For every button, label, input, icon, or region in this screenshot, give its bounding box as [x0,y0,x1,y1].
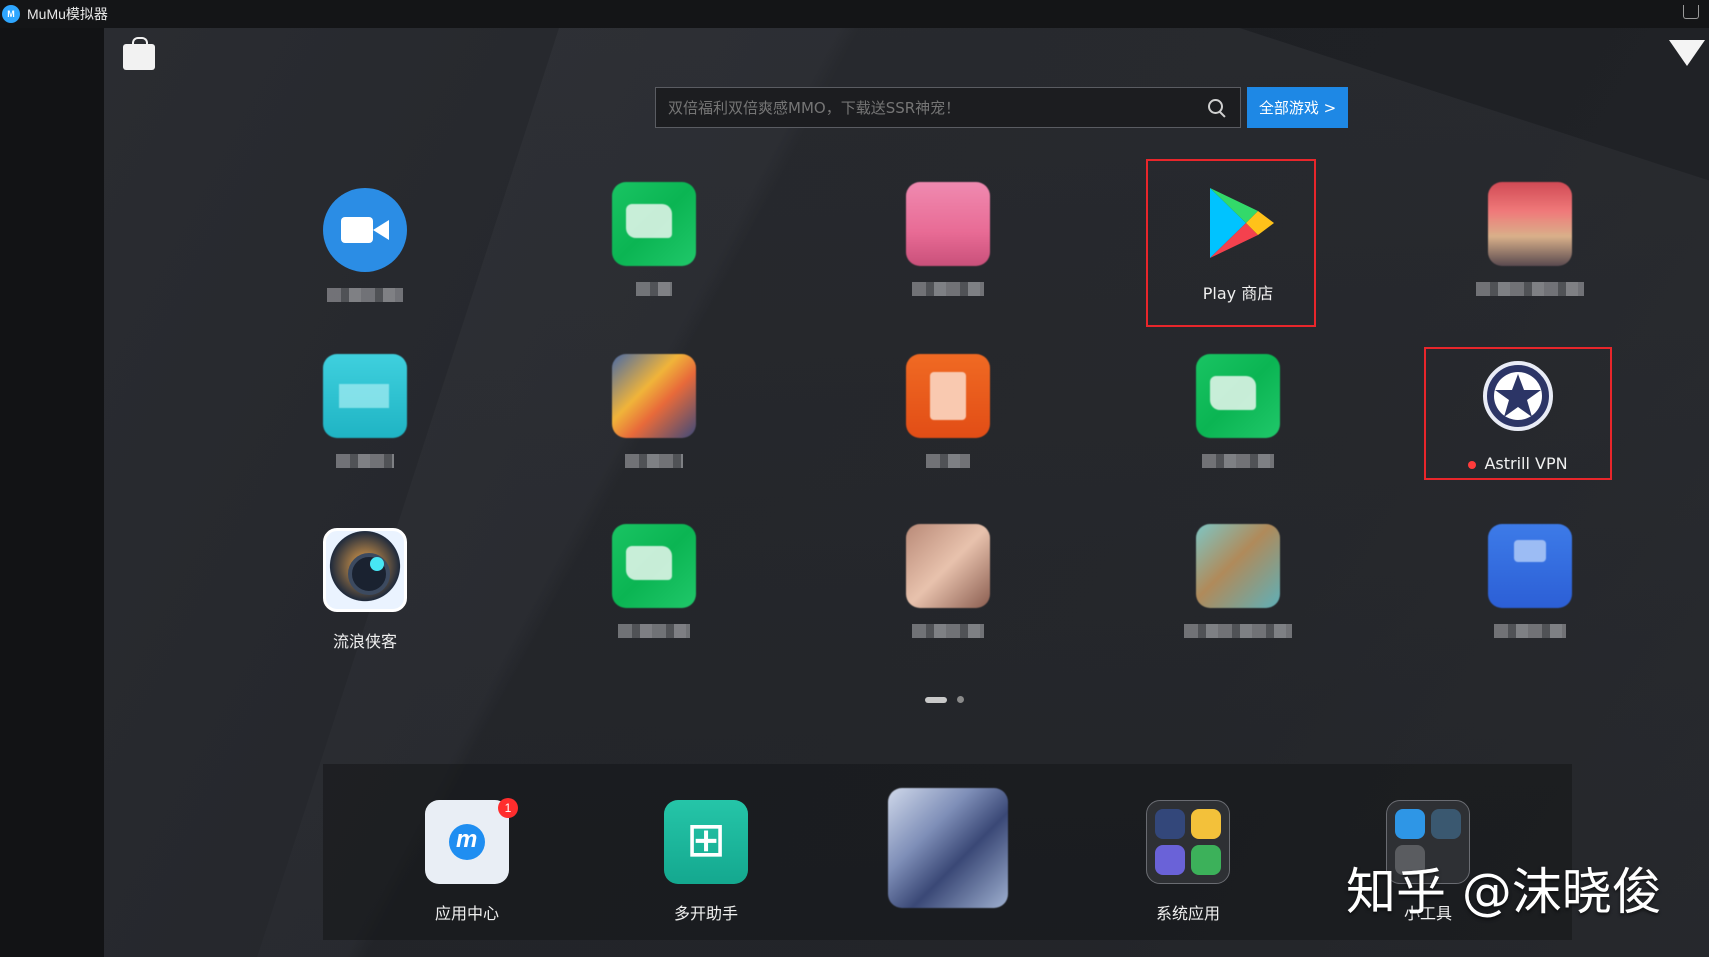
app-label: Play 商店 [1202,284,1274,303]
dock-anime-app[interactable] [873,788,1023,908]
left-sidebar [0,28,104,957]
vpn-label-text: Astrill VPN [1484,454,1568,473]
system-apps-folder-icon [1146,800,1230,884]
app-label: Astrill VPN [1443,454,1593,473]
all-games-button[interactable]: 全部游戏 > [1247,87,1348,128]
mumu-logo-icon: M [2,5,20,23]
blurred-app-label [1184,624,1292,638]
window-title: MuMu模拟器 [27,6,108,22]
zhihu-watermark: 知乎 @沫晓俊 [1346,863,1662,921]
pixelated-app-icon [1488,524,1572,608]
pixelated-app-icon [1196,354,1280,438]
pixelated-app-icon [906,182,990,266]
pixelated-app-icon [1488,182,1572,266]
blurred-app-label [1476,282,1584,296]
app-center-bag-icon [425,800,509,884]
app-video[interactable] [290,188,440,302]
blurred-app-label [625,454,683,468]
app-label: 系统应用 [1155,904,1220,923]
title-bar: M MuMu模拟器 [0,0,1709,28]
blurred-app-label [912,282,984,296]
liulang-game-icon [323,528,407,612]
video-camera-icon [323,188,407,272]
app-label: 流浪侠客 [332,632,397,651]
astrill-star-icon [1476,354,1560,438]
blurred-app-label [912,624,984,638]
dock-multi-open[interactable]: 多开助手 [631,800,781,924]
pixelated-app-icon [323,354,407,438]
video-icon [1395,809,1425,839]
notification-badge: 1 [498,798,518,818]
app-teal[interactable] [290,354,440,468]
page-dot[interactable] [957,696,964,703]
blurred-app-label [1494,624,1566,638]
shopping-bag-icon[interactable] [123,37,155,70]
app-blue[interactable] [1455,524,1605,638]
app-green-2[interactable] [1163,354,1313,468]
gallery-icon [1155,845,1185,875]
wifi-icon [1669,40,1705,66]
cart-icon[interactable] [1683,5,1699,19]
app-colorful[interactable] [579,354,729,468]
app-astrill-vpn[interactable]: Astrill VPN [1443,354,1593,473]
multi-open-icon [664,800,748,884]
play-store-icon [1196,180,1280,264]
blurred-app-label [618,624,690,638]
app-liulang[interactable]: 流浪侠客 [290,528,440,652]
app-anime[interactable] [1455,182,1605,296]
clock-icon [1155,809,1185,839]
app-orange[interactable] [873,354,1023,468]
pixelated-app-icon [612,182,696,266]
pixelated-app-icon [888,788,1008,908]
app-label: 多开助手 [673,904,738,923]
pixelated-app-icon [612,354,696,438]
file-folder-icon [1191,809,1221,839]
blurred-app-label [336,454,394,468]
app-green-1[interactable] [579,182,729,296]
blurred-app-label [1202,454,1274,468]
search-bar[interactable] [655,87,1241,128]
app-pink[interactable] [873,182,1023,296]
running-indicator-icon [1468,460,1477,469]
app-map[interactable] [1163,524,1313,638]
blurred-app-label [926,454,970,468]
dock-system-apps[interactable]: 系统应用 [1113,800,1263,924]
search-icon[interactable] [1202,93,1232,123]
page-indicator [925,696,964,703]
app-green-3[interactable] [579,524,729,638]
pixelated-app-icon [612,524,696,608]
download-icon [1191,845,1221,875]
app-label: 应用中心 [434,904,499,923]
search-input[interactable] [656,88,1202,127]
pixelated-app-icon [1196,524,1280,608]
dock-app-center[interactable]: 1 应用中心 [392,798,542,924]
blurred-app-label [327,288,403,302]
pixelated-app-icon [906,354,990,438]
pixelated-app-icon [906,524,990,608]
app-play-store[interactable]: Play 商店 [1163,180,1313,304]
ts-icon [1431,809,1461,839]
page-dot-active[interactable] [925,696,947,703]
app-face[interactable] [873,524,1023,638]
blurred-app-label [636,282,672,296]
